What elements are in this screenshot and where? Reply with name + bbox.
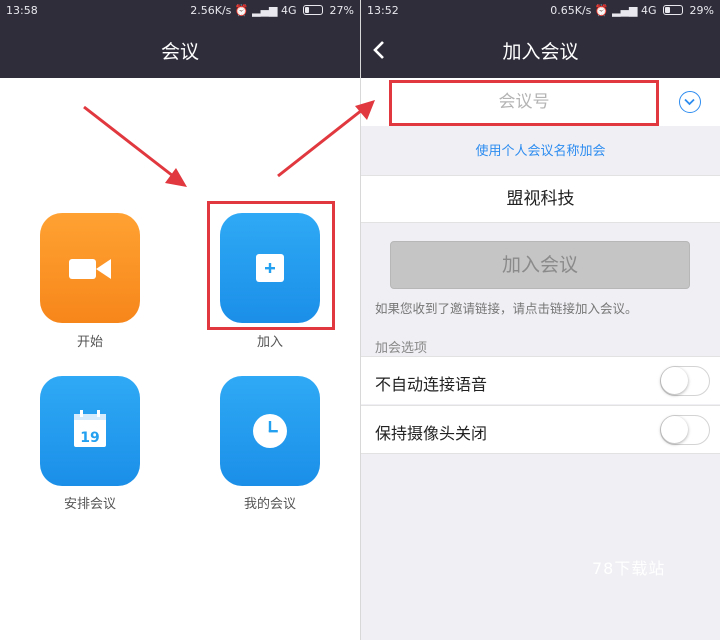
- watermark-text: 78下载站: [592, 559, 666, 578]
- annotation-arrow-icon: [277, 100, 375, 178]
